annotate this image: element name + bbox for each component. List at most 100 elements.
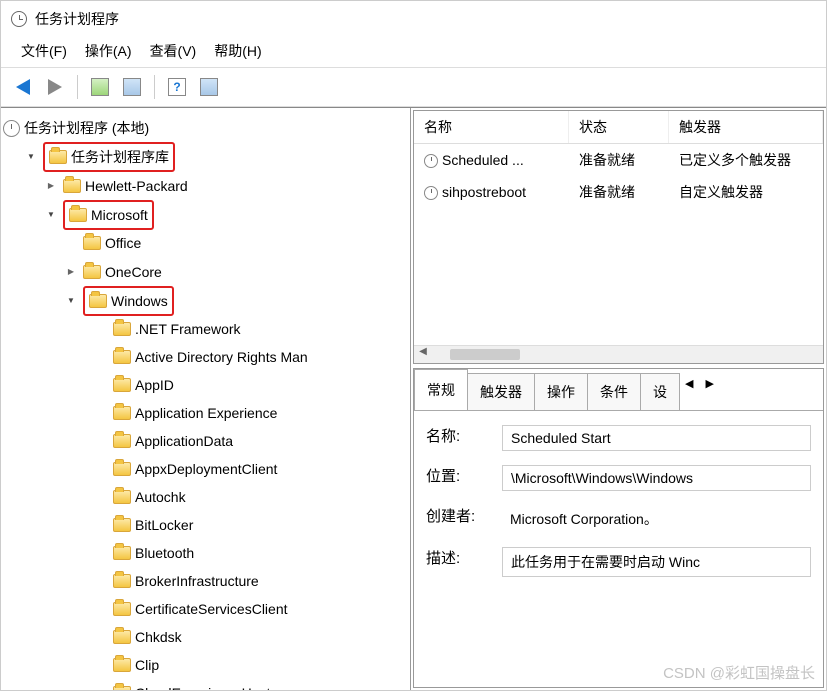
tab-scroll-left[interactable]: ◀ xyxy=(679,369,699,410)
field-name: 名称: Scheduled Start xyxy=(426,425,811,451)
expand-icon[interactable] xyxy=(43,201,59,228)
tree-item[interactable]: BrokerInfrastructure xyxy=(113,567,408,595)
pane-button[interactable] xyxy=(195,73,223,101)
expand-icon[interactable] xyxy=(63,287,79,314)
field-location: 位置: \Microsoft\Windows\Windows xyxy=(426,465,811,491)
menubar: 文件(F) 操作(A) 查看(V) 帮助(H) xyxy=(1,37,826,67)
col-trigger[interactable]: 触发器 xyxy=(669,111,823,143)
menu-action[interactable]: 操作(A) xyxy=(85,41,132,61)
tree-pane[interactable]: 任务计划程序 (本地) 任务计划程序库 Hewlett-Packard Micr… xyxy=(1,108,411,690)
task-list: 名称 状态 触发器 Scheduled ... 准备就绪 已定义多个触发器 si… xyxy=(413,110,824,364)
task-row[interactable]: sihpostreboot 准备就绪 自定义触发器 xyxy=(414,176,823,208)
up-button[interactable] xyxy=(86,73,114,101)
menu-help[interactable]: 帮助(H) xyxy=(214,41,261,61)
folder-icon xyxy=(83,236,101,250)
help-button[interactable]: ? xyxy=(163,73,191,101)
tree-microsoft[interactable]: Microsoft xyxy=(43,200,408,229)
tree-onecore[interactable]: OneCore xyxy=(63,257,408,286)
tree-root[interactable]: 任务计划程序 (本地) xyxy=(3,114,408,142)
help-icon: ? xyxy=(168,78,186,96)
folder-icon xyxy=(113,602,131,616)
tab-scroll-right[interactable]: ▶ xyxy=(699,369,719,410)
tab-general[interactable]: 常规 xyxy=(414,369,468,410)
tree-item[interactable]: AppID xyxy=(113,371,408,399)
folder-icon xyxy=(113,518,131,532)
folder-icon xyxy=(113,686,131,690)
properties-icon xyxy=(123,78,141,96)
tab-settings[interactable]: 设 xyxy=(640,373,680,410)
highlight: Windows xyxy=(83,286,174,316)
folder-icon xyxy=(113,322,131,336)
separator xyxy=(77,75,78,99)
task-icon xyxy=(424,186,438,200)
arrow-left-icon xyxy=(16,79,30,95)
separator xyxy=(154,75,155,99)
task-icon xyxy=(424,154,438,168)
tab-triggers[interactable]: 触发器 xyxy=(467,373,535,410)
app-icon xyxy=(11,11,27,27)
titlebar: 任务计划程序 xyxy=(1,1,826,37)
name-label: 名称: xyxy=(426,425,502,446)
highlight: Microsoft xyxy=(63,200,154,230)
folder-icon xyxy=(113,546,131,560)
tree-office[interactable]: Office xyxy=(63,229,408,257)
creator-value: Microsoft Corporation。 xyxy=(502,505,811,533)
col-status[interactable]: 状态 xyxy=(569,111,669,143)
tree: 任务计划程序 (本地) 任务计划程序库 Hewlett-Packard Micr… xyxy=(3,114,408,690)
task-row[interactable]: Scheduled ... 准备就绪 已定义多个触发器 xyxy=(414,144,823,176)
tree-item[interactable]: ApplicationData xyxy=(113,427,408,455)
tree-library[interactable]: 任务计划程序库 xyxy=(23,142,408,171)
tree-item[interactable]: AppxDeploymentClient xyxy=(113,455,408,483)
window-title: 任务计划程序 xyxy=(35,9,119,29)
field-creator: 创建者: Microsoft Corporation。 xyxy=(426,505,811,533)
toolbar: ? xyxy=(1,67,826,107)
horizontal-scrollbar[interactable]: ◀ xyxy=(414,345,823,363)
pane-icon xyxy=(200,78,218,96)
expand-icon[interactable] xyxy=(23,143,39,170)
folder-icon xyxy=(69,208,87,222)
tree-hp[interactable]: Hewlett-Packard xyxy=(43,171,408,200)
tab-conditions[interactable]: 条件 xyxy=(587,373,641,410)
properties-button[interactable] xyxy=(118,73,146,101)
tree-item[interactable]: BitLocker xyxy=(113,511,408,539)
col-name[interactable]: 名称 xyxy=(414,111,569,143)
scrollbar-thumb[interactable] xyxy=(450,349,520,360)
right-pane: 名称 状态 触发器 Scheduled ... 准备就绪 已定义多个触发器 si… xyxy=(411,108,826,690)
expand-icon[interactable] xyxy=(43,172,59,199)
tree-item[interactable]: Application Experience xyxy=(113,399,408,427)
menu-view[interactable]: 查看(V) xyxy=(150,41,197,61)
tree-item[interactable]: Active Directory Rights Man xyxy=(113,343,408,371)
tabs: 常规 触发器 操作 条件 设 ◀ ▶ xyxy=(414,369,823,411)
folder-icon xyxy=(63,179,81,193)
detail-body: 名称: Scheduled Start 位置: \Microsoft\Windo… xyxy=(414,411,823,687)
tree-item[interactable]: CloudExperienceHost xyxy=(113,679,408,690)
folder-icon xyxy=(113,350,131,364)
folder-icon xyxy=(113,574,131,588)
main-content: 任务计划程序 (本地) 任务计划程序库 Hewlett-Packard Micr… xyxy=(1,107,826,690)
desc-value[interactable]: 此任务用于在需要时启动 Winc xyxy=(502,547,811,577)
folder-icon xyxy=(89,294,107,308)
name-value[interactable]: Scheduled Start xyxy=(502,425,811,451)
clock-icon xyxy=(3,120,20,137)
tree-item[interactable]: Autochk xyxy=(113,483,408,511)
folder-icon xyxy=(113,630,131,644)
desc-label: 描述: xyxy=(426,547,502,568)
tree-item[interactable]: Chkdsk xyxy=(113,623,408,651)
location-value[interactable]: \Microsoft\Windows\Windows xyxy=(502,465,811,491)
tree-item[interactable]: Clip xyxy=(113,651,408,679)
tree-windows[interactable]: Windows xyxy=(63,286,408,315)
back-button[interactable] xyxy=(9,73,37,101)
folder-icon xyxy=(113,434,131,448)
forward-button[interactable] xyxy=(41,73,69,101)
expand-icon[interactable] xyxy=(63,258,79,285)
field-description: 描述: 此任务用于在需要时启动 Winc xyxy=(426,547,811,577)
folder-icon xyxy=(113,658,131,672)
menu-file[interactable]: 文件(F) xyxy=(21,41,67,61)
tree-item[interactable]: CertificateServicesClient xyxy=(113,595,408,623)
tree-item[interactable]: .NET Framework xyxy=(113,315,408,343)
tab-actions[interactable]: 操作 xyxy=(534,373,588,410)
highlight: 任务计划程序库 xyxy=(43,142,175,172)
folder-up-icon xyxy=(91,78,109,96)
arrow-right-icon xyxy=(48,79,62,95)
tree-item[interactable]: Bluetooth xyxy=(113,539,408,567)
